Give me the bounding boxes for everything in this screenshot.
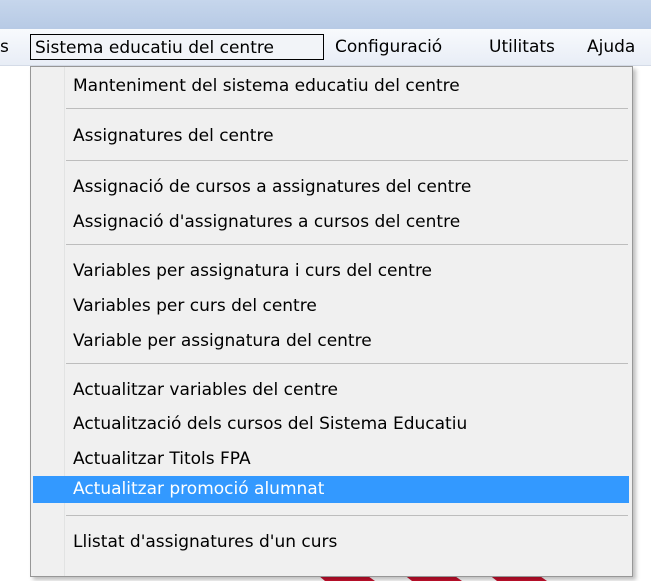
menu-separator [66, 244, 628, 245]
menu-separator [66, 515, 628, 516]
menu-bar: s Sistema educatiu del centre Configurac… [0, 29, 651, 66]
menu-item-actualitzacio-cursos[interactable]: Actualització dels cursos del Sistema Ed… [33, 411, 629, 438]
menu-item-assignacio-cursos-assignatures[interactable]: Assignació de cursos a assignatures del … [33, 174, 629, 201]
dropdown-menu: Manteniment del sistema educatiu del cen… [30, 66, 633, 577]
menu-separator [66, 108, 628, 109]
menubar-item-partial[interactable]: s [0, 34, 9, 60]
menubar-item-ajuda[interactable]: Ajuda [587, 34, 635, 60]
menu-item-actualitzar-promocio-alumnat[interactable]: Actualitzar promoció alumnat [33, 476, 629, 503]
menu-item-llistat-assignatures-curs[interactable]: Llistat d'assignatures d'un curs [33, 529, 629, 556]
menu-item-variable-assignatura[interactable]: Variable per assignatura del centre [33, 328, 629, 355]
menu-item-actualitzar-titols-fpa[interactable]: Actualitzar Titols FPA [33, 446, 629, 473]
menu-item-manteniment-sistema[interactable]: Manteniment del sistema educatiu del cen… [33, 73, 629, 100]
menu-item-assignacio-assignatures-cursos[interactable]: Assignació d'assignatures a cursos del c… [33, 209, 629, 236]
menu-separator [66, 160, 628, 161]
menu-item-assignatures-centre[interactable]: Assignatures del centre [33, 123, 629, 150]
menu-item-actualitzar-variables[interactable]: Actualitzar variables del centre [33, 377, 629, 404]
menu-separator [66, 363, 628, 364]
menubar-item-sistema-educatiu[interactable]: Sistema educatiu del centre [30, 34, 324, 60]
menubar-item-configuracio[interactable]: Configuració [335, 34, 442, 60]
menu-item-variables-curs[interactable]: Variables per curs del centre [33, 293, 629, 320]
menu-item-variables-assignatura-curs[interactable]: Variables per assignatura i curs del cen… [33, 258, 629, 285]
menubar-item-utilitats[interactable]: Utilitats [489, 34, 555, 60]
window-titlebar [0, 0, 651, 29]
